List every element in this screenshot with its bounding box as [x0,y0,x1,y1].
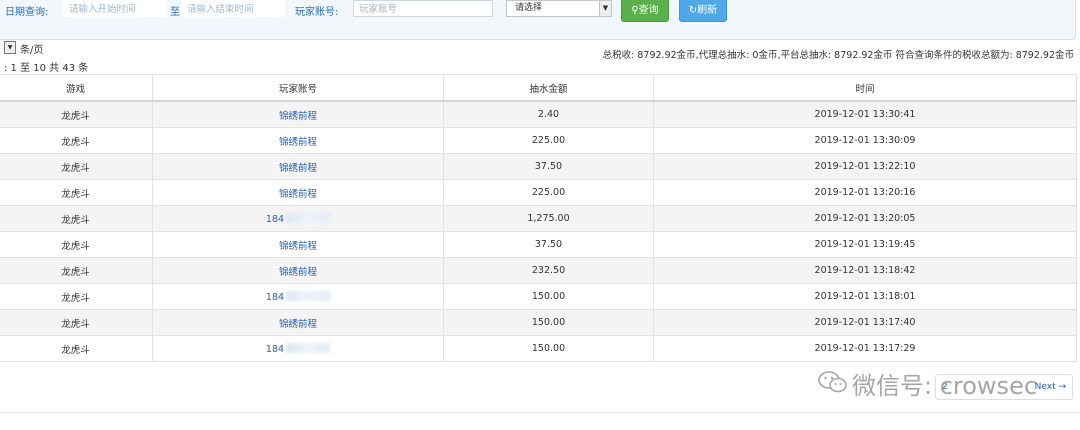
redacted-blur [286,212,331,223]
cell-time: 2019-12-01 13:17:29 [653,335,1077,362]
next-page-link[interactable]: Next → [1035,382,1066,392]
search-button[interactable]: ⚲查询 [621,0,669,22]
magnifier-icon: ⚲ [631,5,639,16]
account-link[interactable]: 锦绣前程 [152,231,444,258]
cell-time: 2019-12-01 13:30:09 [653,127,1077,154]
watermark-text: 微信号: crowsec [852,372,1038,400]
cell-amount: 150.00 [443,283,654,310]
cell-time: 2019-12-01 13:19:45 [653,231,1077,258]
cell-amount: 225.00 [443,179,654,206]
account-link[interactable]: 184 [152,205,444,232]
per-page-label: 条/页 [20,45,44,56]
account-text: 184 [265,343,285,355]
account-link[interactable]: 锦绣前程 [152,127,444,154]
account-link[interactable]: 184 [152,283,444,310]
table-row: 龙虎斗 184 150.00 2019-12-01 13:17:29 [0,335,1077,362]
table-header-row: 游戏 玩家账号 抽水金额 时间 [0,74,1077,102]
start-date-input[interactable]: 请输入开始时间 [63,0,167,17]
account-link[interactable]: 锦绣前程 [152,257,444,284]
header-time[interactable]: 时间 [653,74,1077,102]
caret-down-icon: ▼ [599,1,611,16]
cell-time: 2019-12-01 13:18:01 [653,283,1077,310]
cell-time: 2019-12-01 13:17:40 [653,309,1077,336]
table-row: 龙虎斗 锦绣前程 232.50 2019-12-01 13:18:42 [0,257,1077,284]
refresh-button[interactable]: ↻刷新 [679,0,727,22]
account-input[interactable]: 玩家账号 [353,0,493,17]
status-select[interactable]: 请选择 ▼ [506,0,612,17]
account-label: 玩家账号: [295,7,339,18]
table-row: 龙虎斗 锦绣前程 37.50 2019-12-01 13:22:10 [0,153,1077,180]
account-text: 184 [265,291,285,303]
cell-amount: 37.50 [443,153,654,180]
status-select-value: 请选择 [515,3,543,13]
cell-time: 2019-12-01 13:22:10 [653,153,1077,180]
cell-game: 龙虎斗 [0,257,153,284]
records-table: 游戏 玩家账号 抽水金额 时间 龙虎斗 锦绣前程 2.40 2019-12-01… [0,74,1077,362]
account-link[interactable]: 锦绣前程 [152,309,444,336]
cell-game: 龙虎斗 [0,100,153,128]
cell-amount: 2.40 [443,100,654,128]
header-amount[interactable]: 抽水金额 [443,74,654,102]
table-row: 龙虎斗 184 1,275.00 2019-12-01 13:20:05 [0,205,1077,232]
cell-time: 2019-12-01 13:18:42 [653,257,1077,284]
table-row: 龙虎斗 锦绣前程 225.00 2019-12-01 13:30:09 [0,127,1077,154]
cell-game: 龙虎斗 [0,179,153,206]
table-row: 龙虎斗 184 150.00 2019-12-01 13:18:01 [0,283,1077,310]
cell-amount: 232.50 [443,257,654,284]
table-row: 龙虎斗 锦绣前程 225.00 2019-12-01 13:20:16 [0,179,1077,206]
wechat-icon [818,371,847,393]
date-query-label: 日期查询: [5,7,49,18]
cell-game: 龙虎斗 [0,153,153,180]
record-range: : 1 至 10 共 43 条 [4,63,89,74]
table-row: 龙虎斗 锦绣前程 37.50 2019-12-01 13:19:45 [0,231,1077,258]
redacted-blur [286,290,331,301]
cell-amount: 150.00 [443,335,654,362]
cell-time: 2019-12-01 13:20:16 [653,179,1077,206]
divider [0,412,1080,413]
page-size-select[interactable]: ▼ [4,41,16,54]
cell-game: 龙虎斗 [0,127,153,154]
account-link[interactable]: 锦绣前程 [152,179,444,206]
cell-amount: 37.50 [443,231,654,258]
table-row: 龙虎斗 锦绣前程 2.40 2019-12-01 13:30:41 [0,100,1077,128]
table-row: 龙虎斗 锦绣前程 150.00 2019-12-01 13:17:40 [0,309,1077,336]
redacted-blur [286,342,331,353]
cell-game: 龙虎斗 [0,283,153,310]
cell-amount: 225.00 [443,127,654,154]
cell-time: 2019-12-01 13:20:05 [653,205,1077,232]
filter-panel: 日期查询: 请输入开始时间 至 请输入结束时间 玩家账号: 玩家账号 请选择 ▼… [0,0,1076,40]
refresh-icon: ↻ [688,5,698,16]
search-button-label: 查询 [638,5,659,16]
cell-time: 2019-12-01 13:30:41 [653,100,1077,128]
to-label: 至 [170,7,180,18]
refresh-button-label: 刷新 [697,5,718,16]
header-account[interactable]: 玩家账号 [152,74,444,102]
header-game[interactable]: 游戏 [0,74,153,102]
account-text: 184 [265,213,285,225]
end-date-input[interactable]: 请输入结束时间 [181,0,285,17]
cell-game: 龙虎斗 [0,309,153,336]
tax-summary: 总税收: 8792.92金币,代理总抽水: 0金币,平台总抽水: 8792.92… [602,50,1074,61]
cell-game: 龙虎斗 [0,231,153,258]
cell-game: 龙虎斗 [0,335,153,362]
account-link[interactable]: 184 [152,335,444,362]
cell-amount: 1,275.00 [443,205,654,232]
account-link[interactable]: 锦绣前程 [152,153,444,180]
cell-amount: 150.00 [443,309,654,336]
cell-game: 龙虎斗 [0,205,153,232]
account-link[interactable]: 锦绣前程 [152,100,444,128]
